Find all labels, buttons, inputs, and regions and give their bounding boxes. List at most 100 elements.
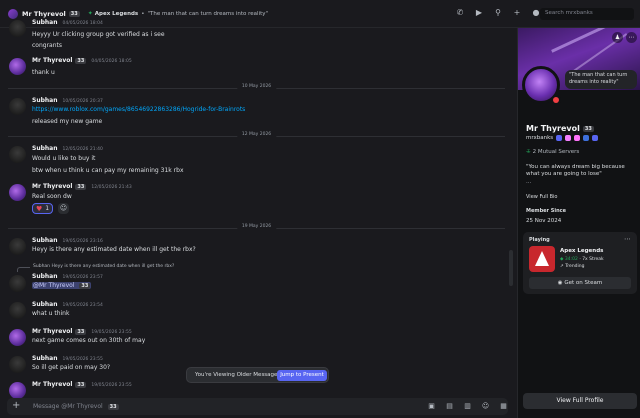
avatar[interactable] [9,275,26,292]
older-messages-text: You're Viewing Older Messages [195,372,281,378]
avatar[interactable] [9,58,26,75]
message-text: @Mr Thyrevol 33 [32,282,92,289]
profile-user-icon[interactable]: ♟ [612,32,623,43]
username[interactable]: Subhan [32,145,57,152]
username[interactable]: Subhan [32,19,57,26]
status-bubble: "The man that can turn dreams into reali… [565,70,637,89]
username[interactable]: Subhan [32,301,57,308]
profile-bio: "You can always dream big because what y… [526,164,625,177]
timestamp: 10/05/2026 20:37 [62,99,103,104]
profile-username[interactable]: mrxbanks [526,135,553,141]
view-full-bio-link[interactable]: View Full Bio [526,194,557,200]
trending-text: ↗ Trending [560,264,585,269]
avatar[interactable] [9,20,26,37]
view-full-profile-button[interactable]: View Full Profile [523,393,637,409]
timestamp: 12/05/2026 21:43 [91,185,132,190]
reply-connector [17,267,30,272]
apps-icon[interactable]: ▦ [499,402,508,411]
message-text: Heyy is there any estimated date when il… [32,246,196,253]
avatar[interactable] [9,146,26,163]
badge-icon[interactable] [592,135,599,141]
message-text: released my new game [32,118,103,125]
username[interactable]: Mr Thyrevol [32,381,72,388]
jump-to-present-button[interactable]: Jump to Present [277,370,327,381]
message-text: thank u [32,69,55,76]
member-since-date: 25 Nov 2024 [526,218,562,224]
steam-icon: ◉ [557,280,563,286]
username[interactable]: Subhan [32,273,57,280]
message-text: So ill get paid on may 30? [32,364,111,371]
date-divider: 12 May 2026 [8,132,505,137]
controller-icon: ◆ [560,257,564,262]
timestamp: 19/05/2026 23:55 [62,357,103,362]
username[interactable]: Mr Thyrevol [32,183,72,190]
search-input[interactable]: Search mrxbanks [540,8,634,20]
bio-ellipsis: ... [526,179,532,185]
reply-preview[interactable]: Subhan Heyy is there any estimated date … [33,264,174,269]
username[interactable]: Subhan [32,97,57,104]
badge-icon[interactable] [583,135,590,141]
scrollbar[interactable] [509,250,513,286]
streak-text: 7x Streak [582,257,604,262]
badge-icon[interactable] [574,135,581,141]
mutual-servers[interactable]: ⁜ 2 Mutual Servers [526,149,579,155]
timestamp: 19/05/2026 23:54 [62,303,103,308]
message-composer[interactable]: + Message @Mr Thyrevol 33 ▣ ▤ ▥ ☺ ▦ [7,398,508,415]
timestamp: 19/05/2026 23:55 [91,383,132,388]
timestamp: 04/05/2026 18:04 [62,21,103,26]
profile-name: Mr Thyrevol 33 [526,124,594,133]
timestamp: 04/05/2026 18:05 [91,59,132,64]
gif-icon[interactable]: ▤ [445,402,454,411]
username[interactable]: Mr Thyrevol [32,57,72,64]
composer-icons: ▣ ▤ ▥ ☺ ▦ [427,402,508,411]
sticker-icon[interactable]: ▥ [463,402,472,411]
add-reaction-icon[interactable]: ☺ [58,203,69,214]
attach-plus-icon[interactable]: + [12,400,20,412]
heart-icon: ♥ [36,204,43,213]
avatar[interactable] [9,329,26,346]
user-mention[interactable]: @Mr Thyrevol 33 [32,282,92,289]
username[interactable]: Subhan [32,355,57,362]
avatar[interactable] [9,238,26,255]
user-badge: 33 [75,381,87,388]
username[interactable]: Subhan [32,237,57,244]
profile-username-row: mrxbanks [526,135,599,141]
profile-panel: ♟ ⋯ "The man that can turn dreams into r… [517,28,640,418]
avatar[interactable] [9,382,26,398]
user-badge: 33 [75,328,87,335]
member-since-label: Member Since [526,208,566,214]
game-stats: ◆ 34:02 · 7x Streak [560,257,604,262]
badge-icon[interactable] [556,135,563,141]
badge-icon[interactable] [565,135,572,141]
reaction-heart[interactable]: ♥ 1 [32,203,54,214]
activity-label: Playing [529,237,550,243]
message-text: Real soon dw [32,193,72,200]
message-input[interactable]: Message @Mr Thyrevol 33 [33,403,119,410]
date-divider: 10 May 2026 [8,84,505,89]
get-on-steam-button[interactable]: ◉ Get on Steam [529,277,631,289]
activity-more-icon[interactable]: ⋯ [624,235,631,243]
avatar[interactable] [9,356,26,373]
game-art[interactable] [529,246,555,272]
timestamp: 19/05/2026 23:16 [62,239,103,244]
message-list: Subhan 04/05/2026 18:04 Heyyy Ur clicking… [0,14,515,398]
avatar[interactable] [9,184,26,201]
timestamp: 19/05/2026 23:57 [62,275,103,280]
game-title[interactable]: Apex Legends [560,248,603,254]
message-text: next game comes out on 30th of may [32,337,146,344]
user-badge: 33 [75,57,87,64]
date-divider: 19 May 2026 [8,224,505,229]
dnd-status-icon [551,95,561,105]
profile-badge: 33 [582,125,594,132]
more-options-icon[interactable]: ⋯ [626,32,637,43]
message-text: btw when u think u can pay my remaining … [32,167,184,174]
emoji-icon[interactable]: ☺ [481,402,490,411]
avatar[interactable] [9,302,26,319]
message-text: Would u like to buy it [32,155,96,162]
trending-icon: ↗ [560,264,564,269]
message-text: what u think [32,310,70,317]
username[interactable]: Mr Thyrevol [32,328,72,335]
message-link[interactable]: https://www.roblox.com/games/86546922863… [32,106,245,113]
avatar[interactable] [9,98,26,115]
gift-icon[interactable]: ▣ [427,402,436,411]
